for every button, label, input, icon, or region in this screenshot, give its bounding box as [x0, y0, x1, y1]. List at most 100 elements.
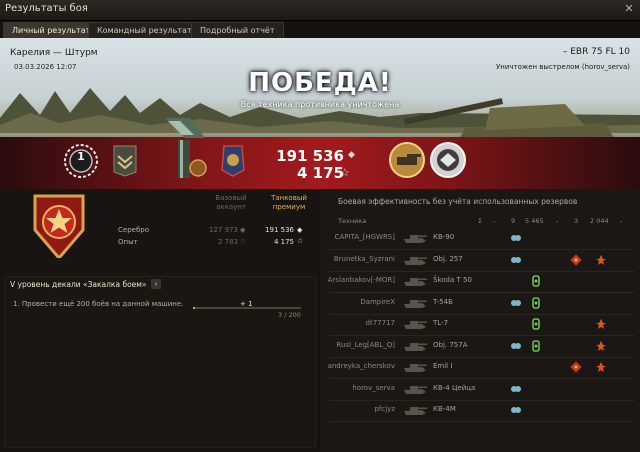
- assist-icon: [532, 275, 540, 287]
- tab-bar: Личный результат Командный результат Под…: [0, 20, 640, 38]
- assist-icon: [532, 296, 540, 309]
- tank-name: КВ-90: [433, 233, 455, 241]
- tank-name: КВ-4М: [433, 405, 456, 413]
- tank-silhouette-icon: [404, 235, 427, 243]
- rank-emblem-icon: [33, 194, 85, 258]
- tank-name: Emil I: [433, 362, 453, 370]
- efficiency-row[interactable]: horov_serva КВ-4 Цейца: [330, 379, 635, 401]
- efficiency-row[interactable]: Arslanbakov[-MOR] Škoda T 50: [327, 271, 635, 293]
- mastery-ribbon-icon: [165, 118, 207, 178]
- critical-hit-icon: [570, 361, 582, 373]
- player-name: Brunetka_Syzrani: [333, 254, 395, 263]
- task-title: V уровень декали «Закалка боем»: [10, 280, 147, 289]
- col-sigma: Σ: [478, 217, 483, 225]
- damage-icon: [596, 340, 606, 351]
- player-name: CAPITA_[HGWRS]: [334, 233, 395, 241]
- tank-silhouette-icon: [404, 278, 427, 286]
- spotted-icon: [511, 385, 521, 392]
- tank-silhouette-icon: [404, 407, 427, 415]
- medal-icon: [221, 145, 245, 177]
- tank-name: T-54Б: [433, 297, 453, 306]
- title-bar: Результаты боя ✕: [0, 0, 640, 21]
- xp-premium-icon: ☆: [297, 237, 304, 245]
- tab-detailed-report[interactable]: Подробный отчёт: [191, 22, 284, 38]
- col-crits: 3: [574, 217, 579, 225]
- tab-team-result[interactable]: Командный результат: [88, 22, 201, 38]
- tank-name: TL-7: [433, 319, 449, 327]
- critical-hit-icon: [570, 253, 582, 266]
- tank-silhouette-icon: [404, 299, 427, 308]
- damage-icon: [596, 319, 606, 329]
- silver-basic-icon: ◆: [240, 226, 246, 234]
- spotted-icon: [511, 299, 521, 306]
- premium-account-header: Танковый премиум: [271, 194, 307, 211]
- col-dash-3: -: [620, 217, 623, 225]
- spotted-icon: [511, 256, 521, 263]
- tank-achievement-icon: [389, 142, 425, 178]
- tank-name: Škoda T 50: [433, 276, 472, 284]
- tank-name: Obj. 757A: [433, 340, 468, 349]
- efficiency-row[interactable]: andreyka_cherskov Emil I: [327, 357, 635, 379]
- spotted-icon: [511, 407, 521, 413]
- eagle-achievement-icon: [430, 142, 466, 178]
- xp-basic-icon: ☆: [240, 237, 247, 245]
- tank-silhouette-icon: [404, 364, 427, 372]
- tab-personal-result[interactable]: Личный результат: [3, 22, 100, 38]
- spotted-icon: [511, 342, 521, 349]
- col-spotted: 9: [511, 217, 516, 225]
- close-icon[interactable]: ✕: [623, 3, 635, 15]
- basic-account-header: Базовый аккаунт: [215, 194, 247, 211]
- task-progress-bar: [193, 307, 301, 309]
- spotted-icon: [511, 235, 521, 241]
- tank-name: КВ-4 Цейца: [433, 383, 476, 392]
- col-assist: 5 465: [525, 217, 544, 225]
- col-dash-2: -: [556, 217, 559, 225]
- player-name: Arslanbakov[-MOR]: [327, 276, 395, 284]
- efficiency-title: Боевая эффективность без учёта использов…: [338, 197, 578, 206]
- efficiency-row[interactable]: dt77717 TL-7: [330, 314, 635, 336]
- col-vehicle: Техника: [338, 217, 367, 225]
- player-name: DampireX: [360, 297, 395, 306]
- player-name: dt77717: [365, 319, 395, 327]
- player-name: pfcjyz: [374, 405, 395, 413]
- efficiency-row[interactable]: Brunetka_Syzrani Obj. 257: [330, 250, 635, 272]
- damage-icon: [596, 362, 606, 372]
- efficiency-row[interactable]: CAPITA_[HGWRS] КВ-90: [330, 228, 635, 250]
- col-damage: 2 044: [590, 217, 609, 225]
- silver-premium: 191 536: [265, 226, 294, 234]
- efficiency-row[interactable]: Rusl_Leg[ABL_Q] Obj. 757A: [330, 336, 635, 358]
- xp-label: Опыт: [118, 238, 138, 246]
- tank-silhouette-icon: [404, 385, 427, 394]
- efficiency-row[interactable]: DampireX T-54Б: [330, 293, 635, 315]
- silver-basic: 127 973: [209, 226, 238, 234]
- xp-premium: 4 175: [273, 238, 294, 246]
- rank-number: 1: [77, 150, 85, 163]
- player-name: Rusl_Leg[ABL_Q]: [336, 340, 395, 349]
- task-progress-fill: [193, 307, 195, 309]
- assist-icon: [532, 318, 540, 330]
- player-name: horov_serva: [352, 383, 395, 392]
- map-name: Карелия — Штурм: [10, 48, 98, 58]
- silver-label: Серебро: [118, 226, 149, 234]
- tank-silhouette-icon: [404, 256, 427, 265]
- efficiency-row[interactable]: pfcjyz КВ-4М: [330, 400, 635, 422]
- tank-silhouette-icon: [404, 321, 427, 329]
- xp-total: 4 175: [297, 164, 344, 182]
- task-expand-button[interactable]: ›: [151, 279, 161, 289]
- tank-silhouette-icon: [404, 342, 427, 351]
- xp-icon: ☆: [340, 166, 350, 179]
- task-progress-text: 3 / 200: [278, 311, 301, 319]
- damage-icon: [596, 254, 606, 265]
- credits-total: 191 536: [276, 147, 344, 165]
- task-condition: 1. Провести ещё 200 боёв на данной машин…: [13, 300, 184, 308]
- credits-icon: ◆: [348, 150, 355, 160]
- xp-basic: 2 783: [217, 238, 238, 246]
- col-dash-1: -: [493, 217, 496, 225]
- vehicle-name: – EBR 75 FL 10: [562, 47, 630, 57]
- player-name: andreyka_cherskov: [327, 362, 395, 370]
- battle-results-window: Результаты боя ✕ Личный результат Команд…: [0, 0, 640, 452]
- window-title: Результаты боя: [5, 3, 88, 14]
- silver-premium-icon: ◆: [297, 226, 303, 234]
- chevron-rank-icon: [113, 145, 137, 177]
- tank-name: Obj. 257: [433, 254, 463, 263]
